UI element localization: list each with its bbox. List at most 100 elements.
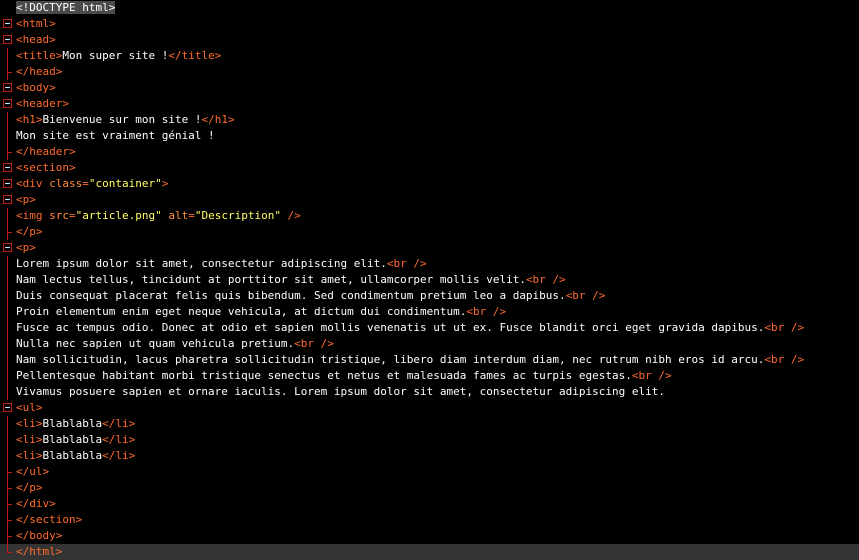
fold-toggle-icon[interactable] <box>3 195 12 204</box>
fold-end-marker <box>7 152 12 153</box>
code-token: = <box>82 177 89 190</box>
fold-guide <box>7 48 8 64</box>
code-text: <section> <box>16 160 76 176</box>
fold-guide <box>7 256 8 272</box>
code-token: <br /> <box>764 321 805 334</box>
code-token: > <box>161 177 169 190</box>
code-line[interactable]: </div> <box>0 496 859 512</box>
code-line[interactable]: Fusce ac tempus odio. Donec at odio et s… <box>0 320 859 336</box>
fold-guide <box>7 112 8 128</box>
fold-toggle-icon[interactable] <box>3 163 12 172</box>
code-line[interactable]: </p> <box>0 224 859 240</box>
code-line[interactable]: </html> <box>0 544 859 560</box>
code-line[interactable]: <body> <box>0 80 859 96</box>
code-token: Mon super site ! <box>62 49 169 62</box>
code-line[interactable]: <header> <box>0 96 859 112</box>
code-token: </body> <box>16 529 63 542</box>
code-line[interactable]: </body> <box>0 528 859 544</box>
code-text: <!DOCTYPE html> <box>16 0 116 16</box>
code-editor[interactable]: <!DOCTYPE html> <html> <head> <title>Mon su… <box>0 0 859 560</box>
code-text: </p> <box>16 224 43 240</box>
code-line[interactable]: <head> <box>0 32 859 48</box>
code-token: </li> <box>102 433 136 446</box>
code-text: Pellentesque habitant morbi tristique se… <box>16 368 672 384</box>
code-token: <div <box>16 177 50 190</box>
code-line[interactable]: <html> <box>0 16 859 32</box>
code-text: Fusce ac tempus odio. Donec at odio et s… <box>16 320 804 336</box>
code-line[interactable]: </section> <box>0 512 859 528</box>
code-token: <p> <box>16 193 36 206</box>
code-text: <html> <box>16 16 56 32</box>
code-text: </ul> <box>16 464 49 480</box>
code-line[interactable]: Vivamus posuere sapien et ornare iaculis… <box>0 384 859 400</box>
fold-guide <box>7 544 8 552</box>
code-token: </div> <box>16 497 56 510</box>
code-line[interactable]: </ul> <box>0 464 859 480</box>
code-line[interactable]: </header> <box>0 144 859 160</box>
code-token: Lorem ipsum dolor sit amet, consectetur … <box>16 257 387 270</box>
code-token: class <box>49 177 83 190</box>
code-token: <img <box>16 209 50 222</box>
fold-toggle-icon[interactable] <box>3 19 12 28</box>
fold-toggle-icon[interactable] <box>3 403 12 412</box>
fold-guide <box>7 352 8 368</box>
code-token: Nulla nec sapien ut quam vehicula pretiu… <box>16 337 295 350</box>
fold-guide <box>7 304 8 320</box>
code-token: <br /> <box>294 337 334 350</box>
code-text: </p> <box>16 480 43 496</box>
fold-end-marker <box>7 488 12 489</box>
code-line[interactable]: <title>Mon super site !</title> <box>0 48 859 64</box>
code-line[interactable]: Proin elementum enim eget neque vehicula… <box>0 304 859 320</box>
code-line[interactable]: Nam sollicitudin, lacus pharetra sollici… <box>0 352 859 368</box>
code-token: </h1> <box>201 113 235 126</box>
code-token: </ul> <box>16 465 50 478</box>
code-token: </html> <box>16 545 63 558</box>
code-line[interactable]: Duis consequat placerat felis quis biben… <box>0 288 859 304</box>
code-line[interactable]: <ul> <box>0 400 859 416</box>
code-line[interactable]: </p> <box>0 480 859 496</box>
code-line[interactable]: </head> <box>0 64 859 80</box>
code-text: <li>Blablabla</li> <box>16 432 135 448</box>
code-line[interactable]: <h1>Bienvenue sur mon site !</h1> <box>0 112 859 128</box>
code-token: <body> <box>16 81 56 94</box>
fold-toggle-icon[interactable] <box>3 35 12 44</box>
code-line[interactable]: Pellentesque habitant morbi tristique se… <box>0 368 859 384</box>
code-line[interactable]: <div class="container"> <box>0 176 859 192</box>
code-line[interactable]: <img src="article.png" alt="Description"… <box>0 208 859 224</box>
code-token: <br /> <box>466 305 507 318</box>
code-token: /> <box>280 209 301 222</box>
code-token: Mon site est vraiment génial ! <box>16 129 215 142</box>
code-line[interactable]: Mon site est vraiment génial ! <box>0 128 859 144</box>
fold-toggle-icon[interactable] <box>3 243 12 252</box>
fold-guide <box>7 448 8 464</box>
code-line[interactable]: <section> <box>0 160 859 176</box>
fold-toggle-icon[interactable] <box>3 99 12 108</box>
code-lines: <!DOCTYPE html> <html> <head> <title>Mon su… <box>0 0 859 560</box>
code-text: <header> <box>16 96 69 112</box>
code-line[interactable]: <p> <box>0 192 859 208</box>
code-token: <header> <box>16 97 69 110</box>
code-line[interactable]: <li>Blablabla</li> <box>0 416 859 432</box>
code-text: <li>Blablabla</li> <box>16 416 135 432</box>
code-text: </header> <box>16 144 76 160</box>
fold-toggle-icon[interactable] <box>3 179 12 188</box>
fold-toggle-icon[interactable] <box>3 83 12 92</box>
code-line[interactable]: Lorem ipsum dolor sit amet, consectetur … <box>0 256 859 272</box>
fold-guide <box>7 432 8 448</box>
code-line[interactable]: Nam lectus tellus, tincidunt at porttito… <box>0 272 859 288</box>
code-token: Fusce ac tempus odio. Donec at odio et s… <box>16 321 765 334</box>
code-text: <img src="article.png" alt="Description"… <box>16 208 301 224</box>
code-token: </section> <box>16 513 83 526</box>
code-token: <h1> <box>16 113 43 126</box>
code-line[interactable]: <p> <box>0 240 859 256</box>
code-token: <ul> <box>16 401 43 414</box>
code-token: Nam sollicitudin, lacus pharetra sollici… <box>16 353 765 366</box>
code-line[interactable]: Nulla nec sapien ut quam vehicula pretiu… <box>0 336 859 352</box>
code-token: Proin elementum enim eget neque vehicula… <box>16 305 467 318</box>
code-token: Blablabla <box>42 433 103 446</box>
code-line[interactable]: <!DOCTYPE html> <box>0 0 859 16</box>
code-token: "Description" <box>194 209 281 222</box>
code-text: Nam lectus tellus, tincidunt at porttito… <box>16 272 566 288</box>
code-line[interactable]: <li>Blablabla</li> <box>0 448 859 464</box>
code-line[interactable]: <li>Blablabla</li> <box>0 432 859 448</box>
